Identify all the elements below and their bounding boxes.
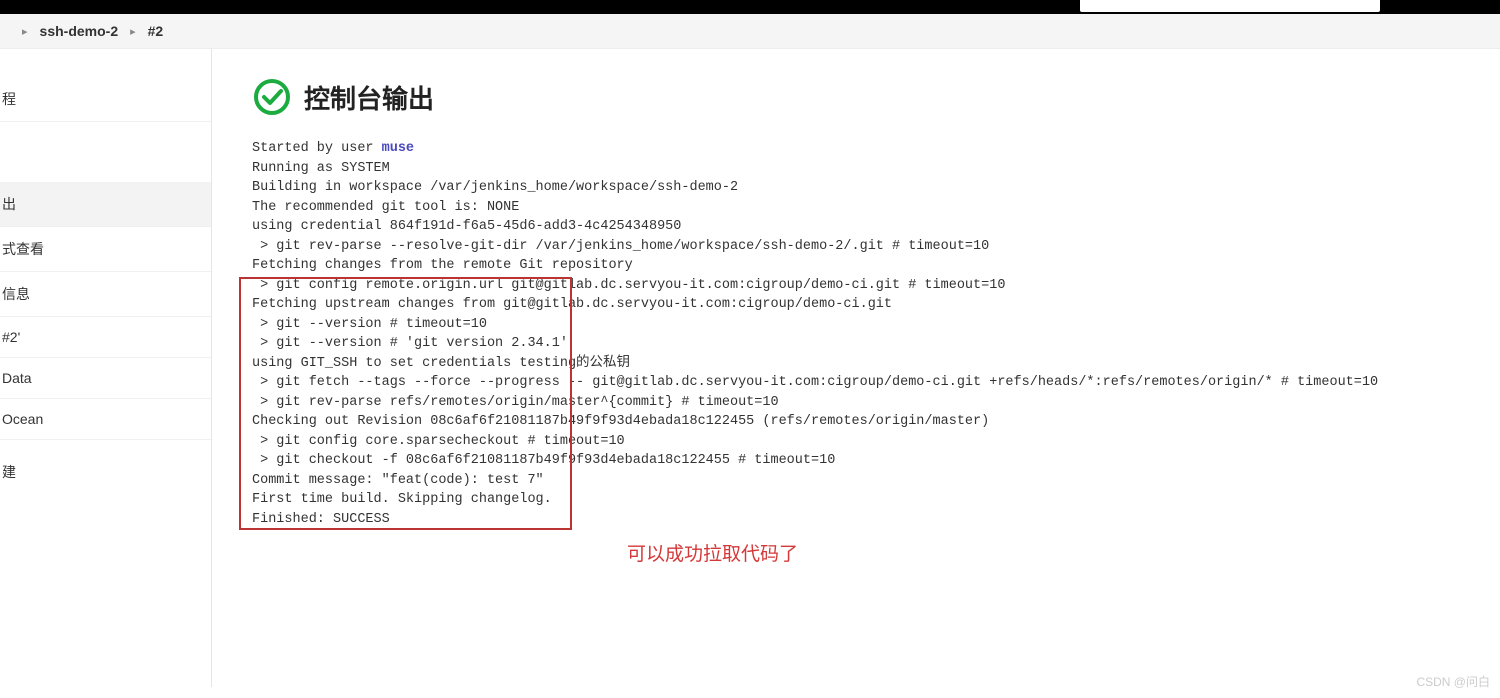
sidebar-item-1[interactable]: 出 — [0, 182, 211, 227]
sidebar: 程 出 式查看 信息 #2' Data Ocean 建 — [0, 49, 212, 687]
sidebar-item-4[interactable]: #2' — [0, 317, 211, 358]
layout: 程 出 式查看 信息 #2' Data Ocean 建 控制台输出 Starte… — [0, 49, 1500, 687]
user-link[interactable]: muse — [382, 141, 414, 156]
sidebar-item-6[interactable]: Ocean — [0, 399, 211, 440]
sidebar-item-7[interactable]: 建 — [0, 450, 211, 494]
page-title-row: 控制台输出 — [252, 77, 1500, 117]
chevron-right-icon: ▸ — [22, 25, 28, 38]
page-title: 控制台输出 — [304, 79, 434, 116]
console-output: Started by user muse Running as SYSTEM B… — [252, 139, 1500, 529]
sidebar-item-5[interactable]: Data — [0, 358, 211, 399]
breadcrumb-item-project[interactable]: ssh-demo-2 — [40, 23, 119, 39]
chevron-right-icon: ▸ — [130, 25, 136, 38]
watermark: CSDN @问白 — [1416, 673, 1490, 690]
annotation-text: 可以成功拉取代码了 — [627, 539, 798, 566]
top-bar — [0, 0, 1500, 14]
sidebar-item-2[interactable]: 式查看 — [0, 227, 211, 272]
breadcrumb-item-build[interactable]: #2 — [148, 23, 164, 39]
sidebar-item-3[interactable]: 信息 — [0, 272, 211, 317]
main-content: 控制台输出 Started by user muse Running as SY… — [212, 49, 1500, 687]
console-body: Running as SYSTEM Building in workspace … — [252, 161, 1378, 527]
sidebar-item-0[interactable]: 程 — [0, 77, 211, 122]
success-check-icon — [252, 77, 292, 117]
breadcrumb: ▸ ssh-demo-2 ▸ #2 — [0, 14, 1500, 49]
console-line-start: Started by user — [252, 141, 382, 156]
top-bar-search[interactable] — [1080, 0, 1380, 12]
